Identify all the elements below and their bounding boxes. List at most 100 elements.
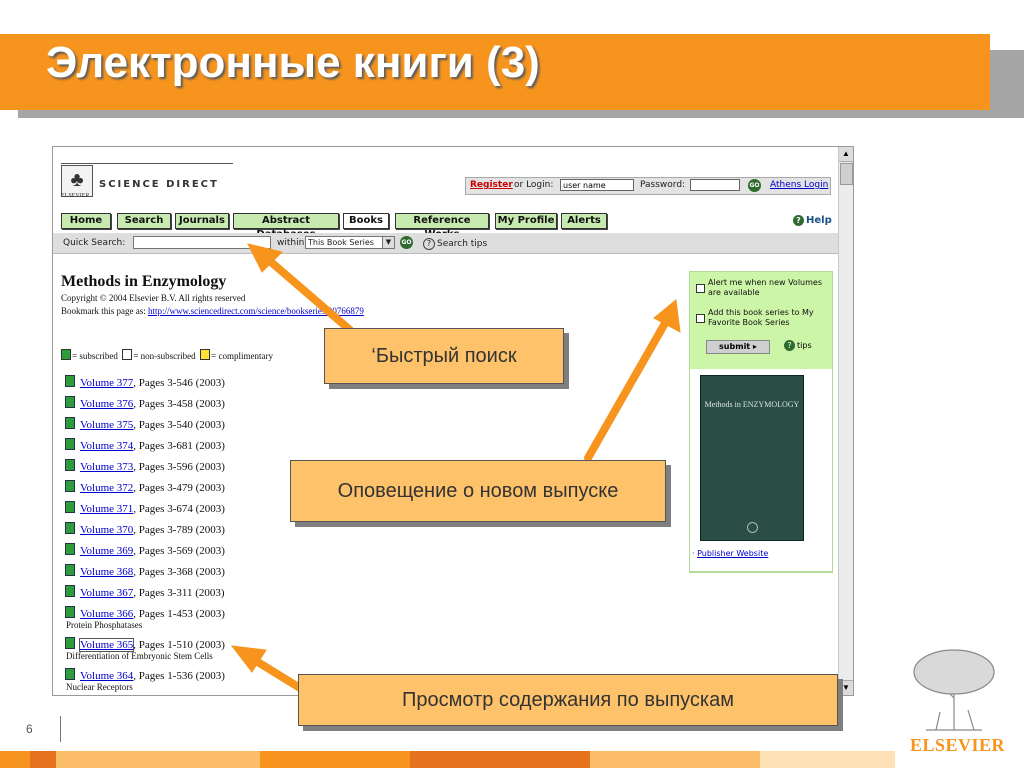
cover-title: Methods in ENZYMOLOGY — [704, 400, 800, 409]
search-tips-label: Search tips — [437, 239, 488, 249]
logo-small-text: ELSEVIER — [61, 193, 90, 199]
help-icon: ? — [784, 340, 795, 351]
copyright: Copyright © 2004 Elsevier B.V. All right… — [61, 293, 246, 303]
volume-link[interactable]: Volume 374 — [80, 440, 133, 452]
quick-search-bar: Quick Search: within This Book Series ▼ G… — [53, 233, 839, 254]
help-label: Help — [806, 215, 832, 226]
volume-link[interactable]: Volume 377 — [80, 377, 133, 389]
quick-search-input[interactable] — [133, 236, 271, 249]
volume-link[interactable]: Volume 371 — [80, 503, 133, 515]
nav-search[interactable]: Search — [117, 213, 171, 229]
login-bar: Register or Login: Password: GO Athens L… — [465, 177, 831, 195]
list-item: Volume 376, Pages 3-458 (2003) — [65, 396, 365, 411]
favorite-checkbox[interactable] — [696, 314, 705, 323]
login-go-button[interactable]: GO — [748, 179, 761, 192]
alert-checkbox[interactable] — [696, 284, 705, 293]
username-input[interactable] — [560, 179, 634, 191]
volume-pages: , Pages 3-546 (2003) — [133, 377, 225, 389]
volume-link[interactable]: Volume 365 — [78, 638, 135, 652]
vertical-scrollbar[interactable]: ▲ ▼ — [838, 147, 853, 695]
seal-icon — [747, 522, 758, 533]
volume-pages: , Pages 3-311 (2003) — [133, 587, 225, 599]
help-link[interactable]: ? Help — [793, 215, 832, 226]
book-cover[interactable]: Methods in ENZYMOLOGY — [700, 375, 804, 541]
book-title: Methods in Enzymology — [61, 273, 227, 290]
subscribed-icon — [65, 417, 75, 429]
list-item: Volume 368, Pages 3-368 (2003) — [65, 564, 365, 579]
volume-pages: , Pages 1-453 (2003) — [133, 608, 225, 620]
sciencedirect-wordmark: SCIENCE DIRECT — [99, 179, 219, 190]
submit-button[interactable]: submit ▸ — [706, 340, 770, 354]
volume-link[interactable]: Volume 373 — [80, 461, 133, 473]
legend-non-subscribed: = non-subscribed — [133, 351, 196, 361]
callout-browse-issues: Просмотр содержания по выпускам — [298, 674, 838, 726]
tips-link[interactable]: ? tips — [784, 340, 812, 351]
volume-pages: , Pages 3-458 (2003) — [133, 398, 225, 410]
athens-login-link[interactable]: Athens Login — [770, 180, 828, 190]
volume-link[interactable]: Volume 367 — [80, 587, 133, 599]
quick-search-go-button[interactable]: GO — [400, 236, 413, 249]
bookmark-url-link[interactable]: http://www.sciencedirect.com/science/boo… — [148, 306, 364, 316]
subscribed-icon — [65, 438, 75, 450]
volume-link[interactable]: Volume 369 — [80, 545, 133, 557]
logo-rule — [61, 163, 233, 164]
search-tips-link[interactable]: ? Search tips — [423, 238, 487, 250]
subscribed-icon — [65, 396, 75, 408]
volume-pages: , Pages 3-540 (2003) — [133, 419, 225, 431]
volume-link[interactable]: Volume 370 — [80, 524, 133, 536]
list-item: Volume 366, Pages 1-453 (2003) Protein Ph… — [65, 606, 365, 631]
within-label: within — [277, 238, 305, 248]
list-item: Volume 367, Pages 3-311 (2003) — [65, 585, 365, 600]
elsevier-logo: ELSEVIER — [910, 735, 1006, 755]
scroll-down-icon[interactable]: ▼ — [839, 680, 853, 695]
subscribed-icon — [65, 637, 75, 649]
publisher-website-link[interactable]: · Publisher Website — [692, 549, 768, 558]
password-input[interactable] — [690, 179, 740, 191]
nav-reference-works[interactable]: Reference Works — [395, 213, 489, 240]
bookmark-line: Bookmark this page as: http://www.scienc… — [61, 306, 364, 316]
volume-link[interactable]: Volume 372 — [80, 482, 133, 494]
nav-home[interactable]: Home — [61, 213, 111, 229]
list-item: Volume 370, Pages 3-789 (2003) — [65, 522, 365, 537]
scope-select[interactable]: This Book Series ▼ — [305, 236, 395, 249]
subscribed-icon — [65, 585, 75, 597]
nav-my-profile[interactable]: My Profile — [495, 213, 557, 229]
volume-link[interactable]: Volume 376 — [80, 398, 133, 410]
subscribed-icon — [65, 375, 75, 387]
callout-quick-search: ‘Быстрый поиск — [324, 328, 564, 384]
scroll-up-icon[interactable]: ▲ — [839, 147, 853, 162]
chevron-down-icon: ▼ — [382, 237, 394, 248]
callout-new-issue-alert: Оповещение о новом выпуске — [290, 460, 666, 522]
sciencedirect-screenshot: ♣ ELSEVIER SCIENCE DIRECT Register or Lo… — [52, 146, 854, 696]
subscribed-icon — [61, 349, 71, 360]
volume-pages: , Pages 3-674 (2003) — [133, 503, 225, 515]
nav-books[interactable]: Books — [343, 213, 389, 229]
volume-pages: , Pages 1-510 (2003) — [133, 639, 225, 651]
volume-pages: , Pages 3-789 (2003) — [133, 524, 225, 536]
nav-alerts[interactable]: Alerts — [561, 213, 607, 229]
nav-abstract-databases[interactable]: Abstract Databases — [233, 213, 339, 240]
volume-link[interactable]: Volume 368 — [80, 566, 133, 578]
volume-subtitle: Protein Phosphatases — [66, 620, 143, 630]
publisher-link-label: Publisher Website — [697, 549, 769, 558]
nav-journals[interactable]: Journals — [175, 213, 229, 229]
help-icon: ? — [793, 215, 804, 226]
list-item: Volume 365, Pages 1-510 (2003) Differenti… — [65, 637, 365, 662]
alert-option-label: Alert me when new Volumes are available — [708, 278, 822, 297]
volume-pages: , Pages 1-536 (2003) — [133, 670, 225, 682]
volume-pages: , Pages 3-596 (2003) — [133, 461, 225, 473]
scroll-thumb[interactable] — [840, 163, 853, 185]
volume-list: Volume 377, Pages 3-546 (2003) Volume 37… — [65, 375, 365, 695]
subscribed-icon — [65, 564, 75, 576]
password-label: Password: — [640, 180, 686, 190]
volume-link[interactable]: Volume 375 — [80, 419, 133, 431]
elsevier-tree-logo-icon — [906, 646, 1002, 732]
volume-link[interactable]: Volume 366 — [80, 608, 133, 620]
subscribed-icon — [65, 459, 75, 471]
list-item: Volume 375, Pages 3-540 (2003) — [65, 417, 365, 432]
register-link[interactable]: Register — [470, 180, 513, 190]
subscribed-icon — [65, 501, 75, 513]
subscribed-icon — [65, 668, 75, 680]
volume-link[interactable]: Volume 364 — [80, 670, 133, 682]
complimentary-icon — [200, 349, 211, 360]
